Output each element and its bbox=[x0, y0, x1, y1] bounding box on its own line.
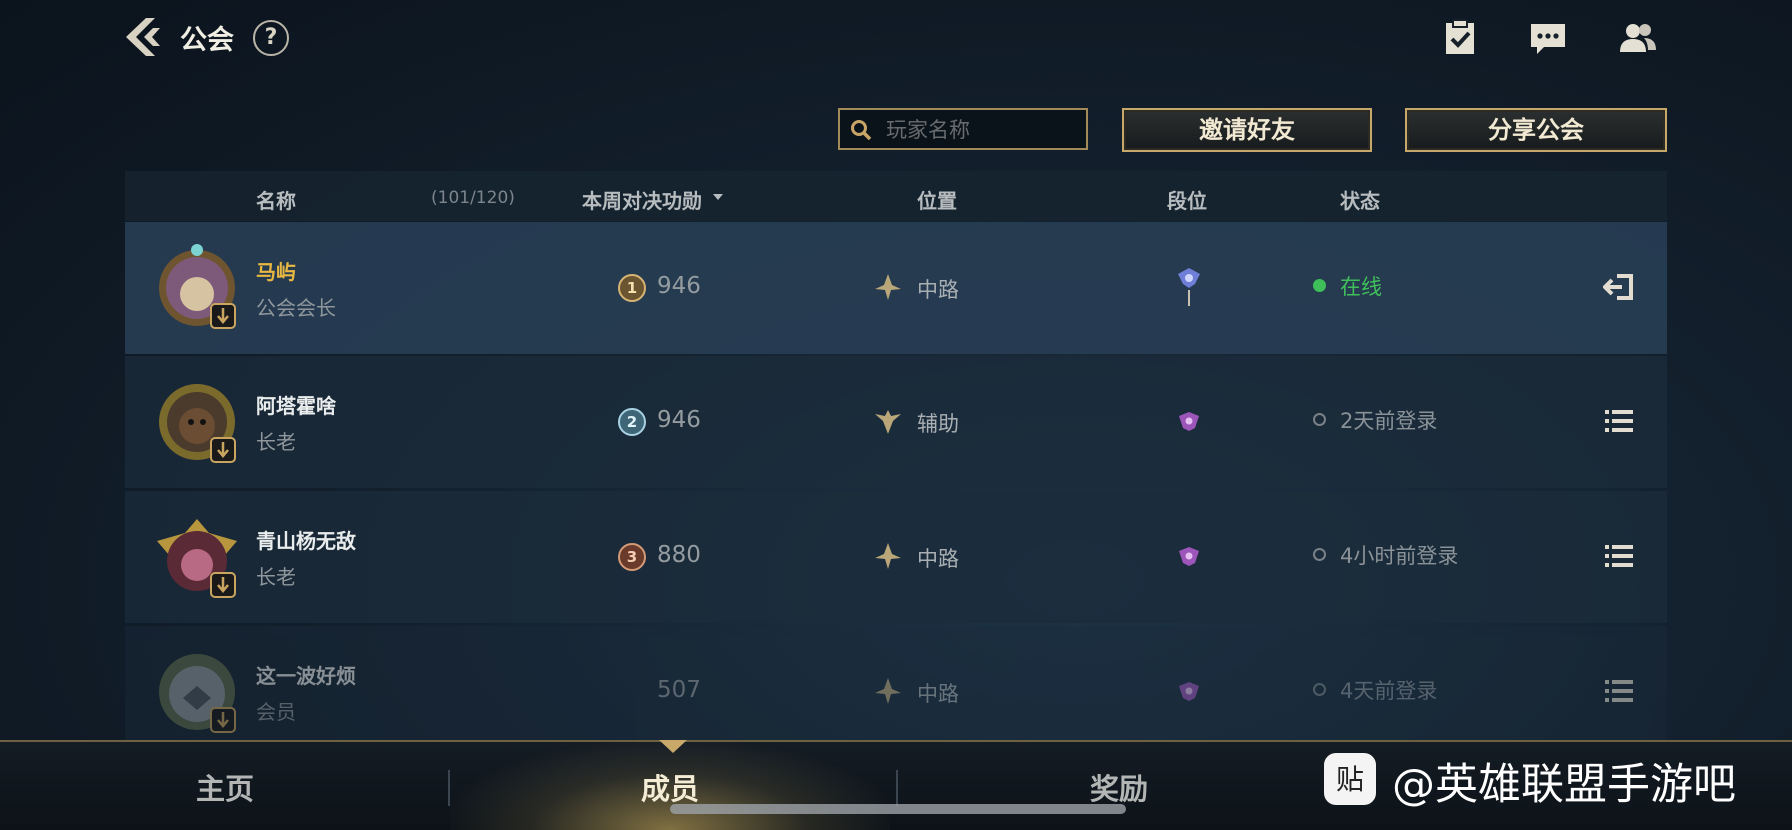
page-title: 公会 bbox=[180, 25, 234, 56]
weekly-merit-value: 507 bbox=[657, 677, 701, 703]
member-role: 会员 bbox=[256, 700, 296, 724]
avatar bbox=[155, 242, 245, 332]
rank-emblem-icon bbox=[1175, 535, 1203, 579]
help-icon[interactable]: ? bbox=[253, 20, 289, 56]
weekly-merit-value: 880 bbox=[657, 542, 701, 568]
weekly-merit-value: 946 bbox=[657, 273, 701, 299]
offline-indicator bbox=[1313, 413, 1326, 426]
online-indicator bbox=[1313, 279, 1326, 292]
member-position: 中路 bbox=[917, 682, 959, 706]
member-role: 长老 bbox=[256, 430, 296, 454]
list-menu-icon[interactable] bbox=[1603, 676, 1635, 706]
sort-caret-icon[interactable] bbox=[713, 194, 723, 200]
offline-indicator bbox=[1313, 548, 1326, 561]
column-name: 名称 bbox=[256, 189, 296, 213]
member-status: 2天前登录 bbox=[1340, 409, 1438, 433]
support-icon bbox=[873, 406, 903, 436]
svg-text:贴: 贴 bbox=[1336, 763, 1364, 796]
rank-emblem-icon bbox=[1175, 400, 1203, 444]
search-input[interactable] bbox=[884, 115, 1084, 145]
list-menu-icon[interactable] bbox=[1603, 406, 1635, 436]
member-count: (101/120) bbox=[431, 188, 515, 208]
merit-rank-medal: 3 bbox=[618, 543, 646, 571]
tab-rewards[interactable]: 奖励 bbox=[1019, 766, 1219, 808]
column-rank: 段位 bbox=[1167, 189, 1207, 213]
member-row[interactable]: 青山杨无敌 长老 3 880 中路 4小时前登录 bbox=[125, 491, 1667, 623]
member-position: 中路 bbox=[917, 278, 959, 302]
member-status: 4天前登录 bbox=[1340, 679, 1438, 703]
member-row[interactable]: 阿塔霍啥 长老 2 946 辅助 2天前登录 bbox=[125, 356, 1667, 488]
column-weekly-merit[interactable]: 本周对决功勋 bbox=[582, 185, 702, 214]
divider bbox=[896, 770, 898, 806]
search-icon bbox=[850, 119, 872, 141]
avatar bbox=[155, 511, 245, 601]
share-guild-button[interactable]: 分享公会 bbox=[1405, 108, 1667, 152]
mid-lane-icon bbox=[873, 272, 903, 302]
player-search-box[interactable] bbox=[838, 108, 1088, 150]
rank-emblem-icon bbox=[1175, 266, 1203, 310]
offline-indicator bbox=[1313, 683, 1326, 696]
mid-lane-icon bbox=[873, 676, 903, 706]
friends-icon[interactable] bbox=[1618, 18, 1658, 58]
divider bbox=[448, 770, 450, 806]
mid-lane-icon bbox=[873, 541, 903, 571]
member-status: 在线 bbox=[1340, 275, 1382, 299]
member-position: 中路 bbox=[917, 547, 959, 571]
home-indicator-bar[interactable] bbox=[670, 804, 1126, 814]
member-name: 马屿 bbox=[256, 260, 296, 284]
tasks-icon[interactable] bbox=[1440, 18, 1480, 58]
member-role: 长老 bbox=[256, 565, 296, 589]
member-name: 阿塔霍啥 bbox=[256, 394, 336, 418]
column-position: 位置 bbox=[917, 189, 957, 213]
watermark-text: @英雄联盟手游吧 bbox=[1392, 760, 1736, 810]
merit-rank-medal: 2 bbox=[618, 408, 646, 436]
member-row[interactable]: 这一波好烦 会员 507 中路 4天前登录 bbox=[125, 626, 1667, 740]
member-position: 辅助 bbox=[917, 412, 959, 436]
rank-emblem-icon bbox=[1175, 670, 1203, 714]
side-id-text: 48762619 bbox=[0, 380, 2, 442]
list-menu-icon[interactable] bbox=[1603, 541, 1635, 571]
avatar bbox=[155, 646, 245, 736]
member-row[interactable]: 马屿 公会会长 1 946 中路 在线 bbox=[125, 222, 1667, 354]
avatar bbox=[155, 376, 245, 466]
exit-guild-icon[interactable] bbox=[1602, 272, 1635, 302]
back-arrow-icon bbox=[126, 18, 160, 56]
invite-friends-button[interactable]: 邀请好友 bbox=[1122, 108, 1372, 152]
member-role: 公会会长 bbox=[256, 296, 336, 320]
member-name: 这一波好烦 bbox=[256, 664, 356, 688]
column-status: 状态 bbox=[1340, 189, 1380, 213]
tab-members[interactable]: 成员 bbox=[570, 766, 770, 808]
tieba-logo-icon: 贴 bbox=[1324, 753, 1376, 805]
member-name: 青山杨无敌 bbox=[256, 529, 356, 553]
tab-home[interactable]: 主页 bbox=[125, 766, 325, 808]
weekly-merit-value: 946 bbox=[657, 407, 701, 433]
member-table-header: 名称 (101/120) 本周对决功勋 位置 段位 状态 bbox=[125, 171, 1667, 221]
member-status: 4小时前登录 bbox=[1340, 544, 1459, 568]
chat-icon[interactable] bbox=[1528, 18, 1568, 58]
merit-rank-medal: 1 bbox=[618, 274, 646, 302]
active-tab-pointer-icon bbox=[659, 740, 687, 753]
back-button[interactable] bbox=[122, 14, 168, 60]
